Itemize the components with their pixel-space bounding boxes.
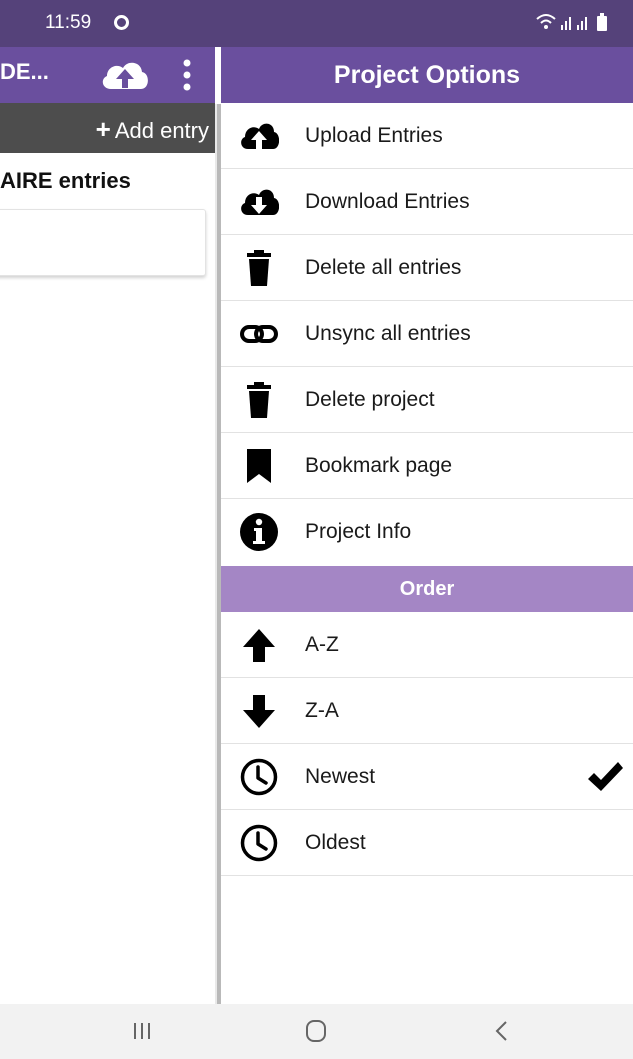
status-bar: 11:59 [0, 0, 633, 47]
cloud-download-icon [241, 189, 279, 215]
menu-label: A-Z [305, 633, 339, 656]
clock-icon [240, 824, 278, 862]
menu-label: Project Info [305, 520, 412, 543]
download-entries-item[interactable]: Download Entries [221, 169, 633, 235]
plus-icon: + [95, 114, 111, 144]
entries-toolbar: + Add entry [0, 103, 215, 153]
unlink-icon [240, 325, 278, 343]
notification-icon [114, 15, 129, 30]
project-entries-screen: DE... + Add entry AIRE entries [0, 47, 215, 1004]
menu-label: Oldest [305, 831, 366, 854]
entry-card[interactable] [0, 209, 206, 276]
info-icon [240, 513, 278, 551]
bookmark-page-item[interactable]: Bookmark page [221, 433, 633, 499]
menu-label: Bookmark page [305, 454, 453, 477]
unsync-all-entries-item[interactable]: Unsync all entries [221, 301, 633, 367]
menu-label: Delete all entries [305, 256, 462, 279]
order-a-z-item[interactable]: A-Z [221, 612, 633, 678]
order-oldest-item[interactable]: Oldest [221, 810, 633, 876]
clock-icon [240, 758, 278, 796]
status-time: 11:59 [45, 12, 92, 33]
back-icon[interactable] [484, 1016, 520, 1046]
drawer-title: Project Options [221, 47, 633, 103]
more-vert-icon[interactable] [180, 57, 194, 93]
project-info-item[interactable]: Project Info [221, 499, 633, 565]
delete-all-entries-item[interactable]: Delete all entries [221, 235, 633, 301]
delete-project-item[interactable]: Delete project [221, 367, 633, 433]
app-bar: DE... [0, 47, 215, 103]
menu-label: Upload Entries [305, 124, 443, 147]
order-z-a-item[interactable]: Z-A [221, 678, 633, 744]
system-navigation-bar [0, 1004, 633, 1059]
order-newest-item[interactable]: Newest [221, 744, 633, 810]
arrow-down-icon [243, 695, 275, 728]
order-section-header: Order [221, 566, 633, 612]
trash-icon [247, 250, 271, 286]
checkmark-icon [588, 762, 623, 791]
upload-entries-item[interactable]: Upload Entries [221, 103, 633, 169]
menu-label: Newest [305, 765, 376, 788]
menu-label: Unsync all entries [305, 322, 471, 345]
trash-icon [247, 382, 271, 418]
recents-icon[interactable] [124, 1016, 160, 1046]
entries-heading: AIRE entries [0, 168, 131, 193]
cloud-upload-icon[interactable] [99, 57, 151, 93]
menu-label: Z-A [305, 699, 339, 722]
home-icon[interactable] [298, 1016, 334, 1046]
signal-icons [536, 13, 607, 31]
add-entry-button[interactable]: + Add entry [96, 114, 209, 145]
project-options-drawer: Project Options Upload Entries Download … [221, 47, 633, 1004]
menu-label: Download Entries [305, 190, 470, 213]
add-entry-label: Add entry [114, 118, 209, 143]
bookmark-icon [247, 449, 271, 483]
cloud-upload-icon [241, 123, 279, 149]
menu-label: Delete project [305, 388, 435, 411]
project-title: DE... [0, 59, 49, 84]
arrow-up-icon [243, 629, 275, 662]
